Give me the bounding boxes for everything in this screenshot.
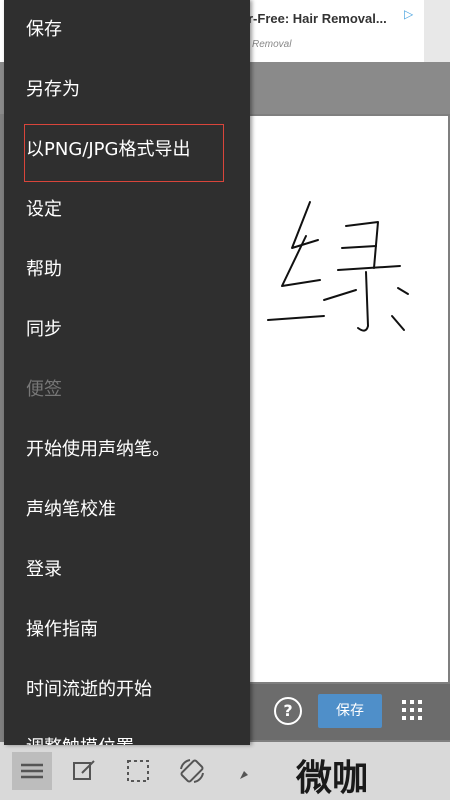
navigation-drawer: 保存 另存为 以PNG/JPG格式导出 设定 帮助 同步 便签 开始使用声纳笔。… bbox=[4, 0, 250, 745]
menu-item-guide[interactable]: 操作指南 bbox=[4, 600, 250, 660]
pen-icon bbox=[240, 771, 248, 779]
help-button[interactable]: ? bbox=[274, 697, 302, 725]
save-button[interactable]: 保存 bbox=[318, 694, 382, 728]
menu-item-login[interactable]: 登录 bbox=[4, 540, 250, 600]
edit-button[interactable] bbox=[64, 752, 104, 790]
menu-item-sticky-note: 便签 bbox=[26, 379, 62, 400]
watermark-logo: 微咖 bbox=[292, 754, 412, 799]
menu-item-adjust-touch[interactable]: 调整触摸位置 bbox=[4, 718, 250, 745]
menu-item-save[interactable]: 保存 bbox=[4, 0, 250, 60]
grid-icon[interactable] bbox=[400, 698, 424, 722]
menu-item-start-sonar-pen[interactable]: 开始使用声纳笔。 bbox=[4, 420, 250, 480]
menu-button[interactable] bbox=[12, 752, 52, 790]
menu-item-sync[interactable]: 同步 bbox=[4, 300, 250, 360]
ad-subtitle: Removal bbox=[252, 39, 292, 50]
menu-item-save-as[interactable]: 另存为 bbox=[4, 60, 250, 120]
watermark-text: 微咖 bbox=[295, 758, 368, 796]
pen-button[interactable] bbox=[228, 752, 268, 790]
select-button[interactable] bbox=[118, 752, 158, 790]
canvas-bottom-bar: ? 保存 bbox=[248, 684, 450, 740]
select-icon bbox=[127, 760, 149, 782]
rotate-icon bbox=[180, 759, 204, 783]
ad-title[interactable]: r-Free: Hair Removal... bbox=[248, 11, 387, 26]
drawing-canvas[interactable] bbox=[248, 116, 448, 682]
handwriting-strokes bbox=[267, 201, 409, 332]
menu-item-sonar-pen-calibration[interactable]: 声纳笔校准 bbox=[4, 480, 250, 540]
highlight-box bbox=[24, 124, 224, 182]
menu-item-timelapse-start[interactable]: 时间流逝的开始 bbox=[4, 660, 250, 720]
menu-item-settings[interactable]: 设定 bbox=[4, 180, 250, 240]
rotate-button[interactable] bbox=[172, 752, 212, 790]
edit-icon bbox=[73, 760, 95, 780]
menu-icon bbox=[21, 763, 43, 779]
ad-choices-icon[interactable]: ▷ bbox=[404, 7, 418, 21]
menu-item-help[interactable]: 帮助 bbox=[4, 240, 250, 300]
